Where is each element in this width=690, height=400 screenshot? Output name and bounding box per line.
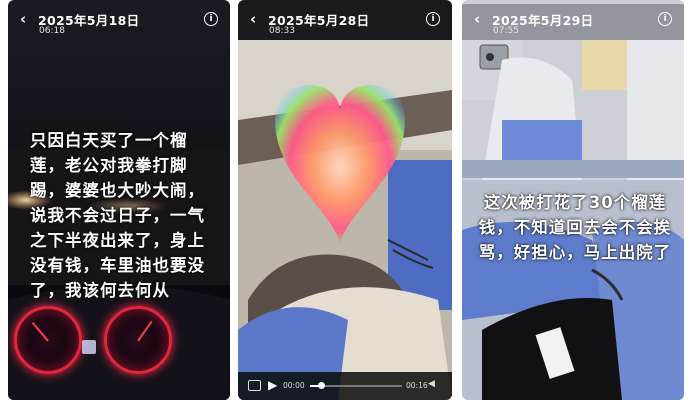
post-time: 08:33 bbox=[269, 26, 295, 36]
post-time: 07:55 bbox=[493, 26, 519, 36]
video-current-time: 00:00 bbox=[283, 381, 305, 390]
speedometer-left-icon bbox=[14, 306, 82, 374]
post-time: 06:18 bbox=[39, 26, 65, 36]
screenshot-panel-3: ‹ 2025年5月29日 07:55 i 这次被打花了30个榴莲钱，不知道回去会… bbox=[462, 0, 684, 400]
screenshot-panel-2: ‹ 2025年5月28日 08:33 i ▶ 00:00 00:16 ◀ bbox=[238, 0, 452, 400]
info-icon[interactable]: i bbox=[204, 12, 218, 26]
volume-icon[interactable]: ◀ bbox=[428, 379, 435, 389]
back-icon[interactable]: ‹ bbox=[20, 10, 26, 28]
back-icon[interactable]: ‹ bbox=[474, 10, 480, 28]
video-controls: ▶ 00:00 00:16 ◀ bbox=[238, 372, 452, 400]
header: ‹ 2025年5月18日 06:18 i bbox=[8, 4, 230, 40]
header: ‹ 2025年5月29日 07:55 i bbox=[462, 4, 684, 40]
video-progress-track[interactable] bbox=[310, 382, 402, 389]
caption-text: 只因白天买了一个榴莲，老公对我拳打脚踢，婆婆也大吵大闹，说我不会过日子，一气之下… bbox=[30, 131, 205, 300]
hospital-bed-scene bbox=[238, 40, 452, 400]
caption-text: 这次被打花了30个榴莲钱，不知道回去会不会挨骂，好担心，马上出院了 bbox=[478, 193, 672, 262]
play-icon[interactable]: ▶ bbox=[268, 378, 277, 392]
picture-in-picture-icon[interactable] bbox=[248, 380, 261, 391]
info-icon[interactable]: i bbox=[658, 12, 672, 26]
header: ‹ 2025年5月28日 08:33 i bbox=[238, 4, 452, 40]
dashboard-display bbox=[82, 340, 96, 354]
video-progress-handle[interactable] bbox=[318, 382, 326, 389]
info-icon[interactable]: i bbox=[426, 12, 440, 26]
screenshot-panel-1: ‹ 2025年5月18日 06:18 i 只因白天买了一个榴莲，老公对我拳打脚踢… bbox=[8, 0, 230, 400]
back-icon[interactable]: ‹ bbox=[250, 10, 256, 28]
video-duration: 00:16 bbox=[406, 381, 428, 390]
speedometer-right-icon bbox=[104, 306, 172, 374]
